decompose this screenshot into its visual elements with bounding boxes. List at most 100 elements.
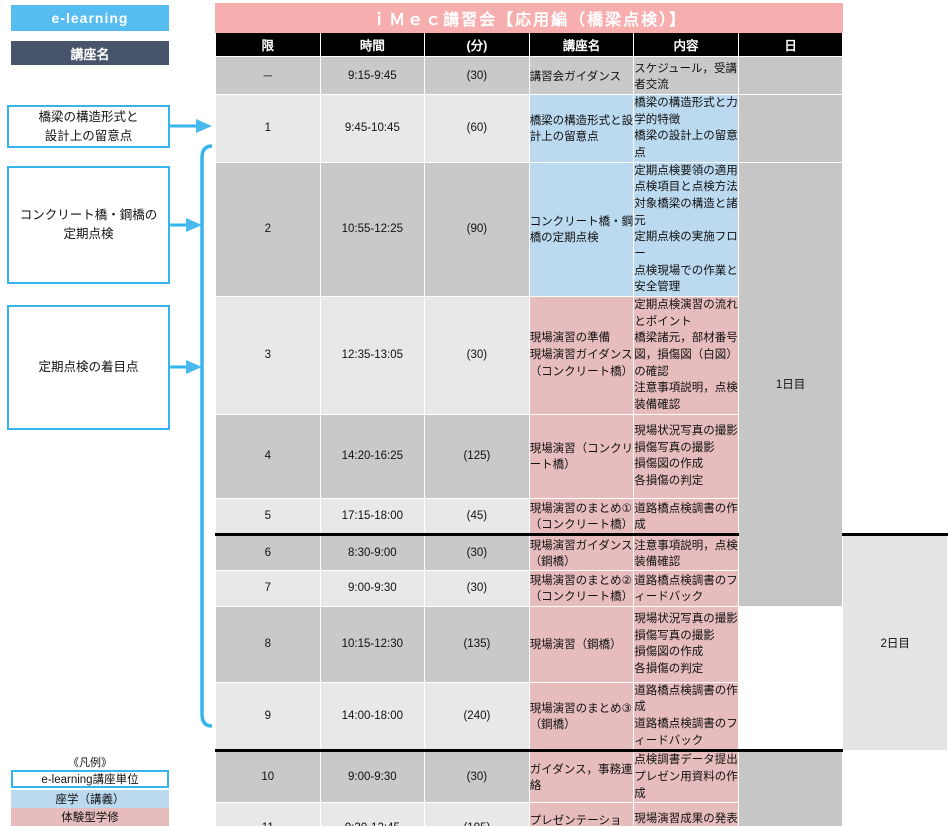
cell-minutes: (195) [424,802,530,826]
table-body: － 9:15-9:45 (30) 講習会ガイダンス スケジュール，受講者交流 1 9:45-… [215,56,948,826]
cell-time: 10:55-12:25 [319,161,426,298]
schedule-table: ｉＭｅｃ講習会【応用編（橋梁点検）】 限時間 (分) 講座名 内容日 － 9:15-9:… [214,3,948,826]
cell-minutes: (30) [424,532,530,571]
cell-day: 1日目 [737,161,844,607]
cell-period: 3 [215,296,321,415]
cell-period: 4 [215,413,321,499]
legend-item-label: e-learning講座単位 [41,774,139,786]
cell-minutes: (240) [424,681,530,752]
table-column-header-row: 限時間 (分) 講座名 内容日 [215,32,948,57]
cell-content: 橋梁の構造形式と力学的特徴 橋梁の設計上の留意点 [633,94,739,163]
legend-item-label: 座学（講義） [55,794,125,806]
cell-content: 道路橋点検調書の作成 道路橋点検調書のフィードバック [633,681,739,752]
cell-course-name: 現場演習の準備 現場演習ガイダンス （コンクリート橋） [528,296,635,415]
cell-course-name: 現場演習のまとめ③（鋼橋） [528,681,635,752]
column-header-content: 内容 [633,32,739,57]
cell-time: 9:00-9:30 [319,749,426,804]
cell-minutes: (45) [424,497,530,535]
cell-course-name: 現場演習（鋼橋） [528,605,635,683]
cell-minutes: (90) [424,161,530,298]
cell-period: 1 [215,94,321,163]
cell-minutes: (30) [424,749,530,804]
course-name-badge: 講座名 [11,41,169,65]
cell-content: 現場演習成果の発表講師からの個別講評 [633,802,739,826]
cell-minutes: (60) [424,94,530,163]
table-title-row: ｉＭｅｃ講習会【応用編（橋梁点検）】 [214,3,948,33]
cell-time: 9:00-9:30 [319,569,426,607]
cell-time: 9:45-10:45 [319,94,426,163]
topic-box-label: 定期点検の着目点 [38,360,139,375]
cell-course-name: 現場演習のまとめ①（コンクリート橋） [528,497,635,535]
cell-time: 17:15-18:00 [319,497,426,535]
cell-time: 9:15-9:45 [319,56,426,95]
legend-item-elearning: e-learning講座単位 [11,770,169,788]
column-header-minutes: (分) [424,32,530,57]
cell-content: 道路橋点検調書のフィードバック [633,569,739,607]
cell-time: 10:15-12:30 [319,605,426,683]
cell-course-name: ガイダンス，事務連絡 [528,749,635,804]
cell-period: 8 [215,605,321,683]
schedule-table-wrap: ｉＭｅｃ講習会【応用編（橋梁点検）】 限時間 (分) 講座名 内容日 － 9:15-9:… [214,3,948,826]
column-header-period: 限 [215,32,321,57]
cell-minutes: (30) [424,56,530,95]
cell-period: － [215,56,321,95]
cell-content: 定期点検要領の適用 点検項目と点検方法 対象橋梁の構造と諸元 定期点検の実施フロー 点検… [633,161,739,298]
cell-course-name: 講習会ガイダンス [528,56,635,95]
column-header-time: 時間 [319,32,426,57]
table-header: ｉＭｅｃ講習会【応用編（橋梁点検）】 限時間 (分) 講座名 内容日 [214,3,948,57]
topic-box-label: 橋梁の構造形式と 設計上の留意点 [38,109,139,143]
elearning-badge: e-learning [11,5,169,31]
cell-minutes: (30) [424,569,530,607]
cell-period: 9 [215,681,321,752]
cell-content: スケジュール，受講者交流 [633,56,739,95]
cell-content: 注意事項説明，点検装備確認 [633,532,739,571]
cell-period: 11 [215,802,321,826]
topic-box-periodic-inspection[interactable]: コンクリート橋・鋼橋の 定期点検 [7,166,170,284]
cell-content: 定期点検演習の流れとポイント 橋梁諸元，部材番号図，損傷図（白図）の確認 注意事項説… [633,296,739,415]
cell-period: 5 [215,497,321,535]
legend-item-lecture: 座学（講義） [11,790,169,808]
topic-box-inspection-focus[interactable]: 定期点検の着目点 [7,305,170,430]
cell-content: 現場状況写真の撮影 損傷写真の撮影 損傷図の作成 各損傷の判定 [633,413,739,499]
cell-course-name: コンクリート橋・鋼橋の定期点検 [528,161,635,298]
table-row[interactable]: 8 10:15-12:30 (135) 現場演習（鋼橋） 現場状況写真の撮影 損傷写真の撮… [215,605,948,683]
cell-period: 10 [215,749,321,804]
table-row[interactable]: 10 9:00-9:30 (30) ガイダンス，事務連絡 点検調書データ提出 プレゼン用資… [215,749,948,826]
table-title: ｉＭｅｃ講習会【応用編（橋梁点検）】 [214,3,844,33]
cell-course-name: 現場演習ガイダンス（鋼橋） [528,532,635,571]
legend-title: 《凡例》 [68,757,112,769]
table-row[interactable]: － 9:15-9:45 (30) 講習会ガイダンス スケジュール，受講者交流 [215,56,948,95]
cell-minutes: (125) [424,413,530,499]
cell-day [737,56,844,95]
column-header-course-name: 講座名 [528,32,635,57]
cell-time: 12:35-13:05 [319,296,426,415]
cell-minutes: (135) [424,605,530,683]
cell-time: 14:00-18:00 [319,681,426,752]
cell-content: 道路橋点検調書の作成 [633,497,739,535]
cell-day [737,94,844,163]
cell-period: 7 [215,569,321,607]
cell-course-name: 橋梁の構造形式と設計上の留意点 [528,94,635,163]
cell-minutes: (30) [424,296,530,415]
cell-course-name: プレゼンテーション・講評 [528,802,635,826]
cell-time: 8:30-9:00 [319,532,426,571]
cell-time: 14:20-16:25 [319,413,426,499]
cell-period: 6 [215,532,321,571]
schedule-page: e-learning 講座名 橋梁の構造形式と 設計上の留意点 コンクリート橋・鋼… [0,0,950,826]
legend-item-label: 体験型学修 [61,812,119,824]
legend-item-hands-on: 体験型学修 [11,808,169,826]
topic-box-label: コンクリート橋・鋼橋の 定期点検 [19,208,158,241]
table-row[interactable]: 9 14:00-18:00 (240) 現場演習のまとめ③（鋼橋） 道路橋点検調書の作成… [215,681,948,752]
table-row[interactable]: 1 9:45-10:45 (60) 橋梁の構造形式と設計上の留意点 橋梁の構造形式と力学… [215,94,948,163]
cell-course-name: 現場演習のまとめ②（コンクリート橋） [528,569,635,607]
cell-period: 2 [215,161,321,298]
cell-time: 9:30-12:45 [319,802,426,826]
topic-box-structure-design[interactable]: 橋梁の構造形式と 設計上の留意点 [7,105,170,148]
cell-day: 3日目 [737,749,844,826]
sidebar: e-learning 講座名 橋梁の構造形式と 設計上の留意点 コンクリート橋・鋼… [0,0,212,826]
cell-content: 現場状況写真の撮影 損傷写真の撮影 損傷図の作成 各損傷の判定 [633,605,739,683]
cell-day: 2日目 [842,532,948,752]
cell-content: 点検調書データ提出 プレゼン用資料の作成 [633,749,739,804]
table-row[interactable]: 2 10:55-12:25 (90) コンクリート橋・鋼橋の定期点検 定期点検要領の適用… [215,161,948,607]
cell-course-name: 現場演習（コンクリート橋） [528,413,635,499]
